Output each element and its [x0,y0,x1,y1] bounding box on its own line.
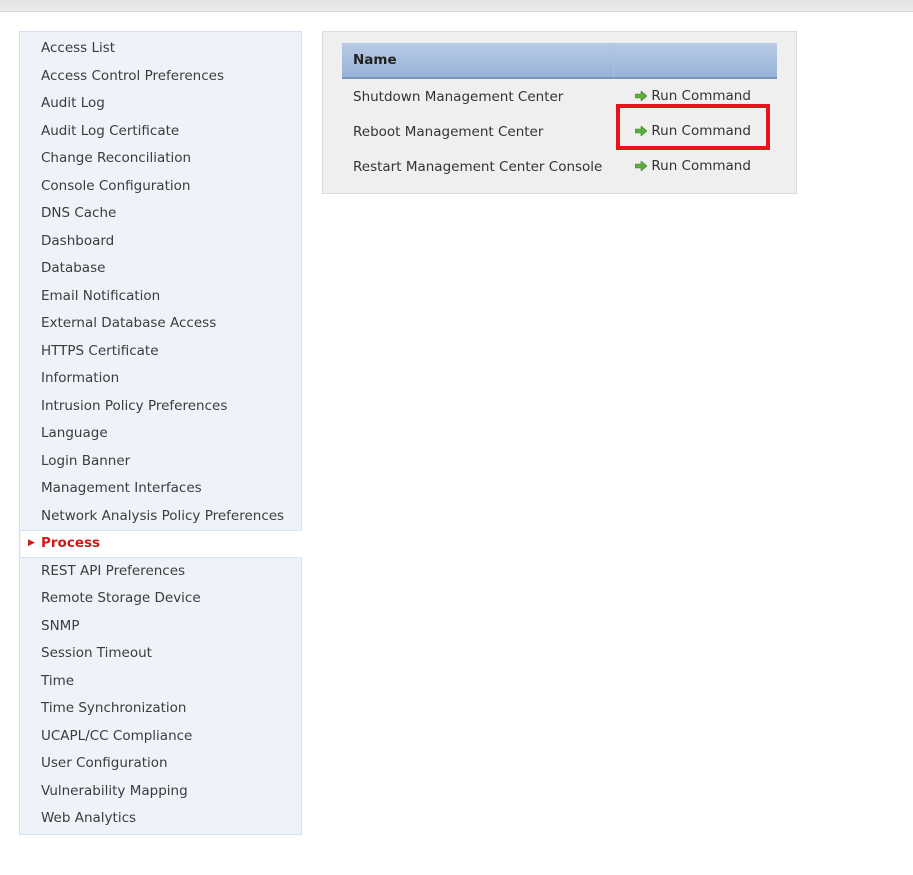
process-table: Name Shutdown Management Center Run Comma… [342,43,777,184]
sidebar-item-console-configuration[interactable]: Console Configuration [20,173,301,201]
sidebar-item-database[interactable]: Database [20,255,301,283]
process-panel: Name Shutdown Management Center Run Comma… [322,31,797,194]
sidebar-item-process[interactable]: ▶ Process [21,530,302,558]
run-command-button[interactable]: Run Command [635,123,751,139]
sidebar-item-access-list[interactable]: Access List [20,35,301,63]
sidebar-item-label: Database [41,260,106,276]
sidebar-item-language[interactable]: Language [20,420,301,448]
sidebar-item-label: Email Notification [41,287,161,304]
sidebar-item-label: Dashboard [41,232,115,249]
sidebar-item-audit-log[interactable]: Audit Log [20,90,301,118]
sidebar-item-label: SNMP [41,617,80,634]
active-caret-icon: ▶ [28,538,35,548]
sidebar-item-label: Change Reconciliation [41,150,192,166]
green-arrow-icon [635,91,648,101]
process-name: Shutdown Management Center [353,88,564,105]
sidebar-item-user-configuration[interactable]: User Configuration [20,750,301,778]
sidebar-item-label: Web Analytics [41,810,137,826]
sidebar-item-label: User Configuration [41,755,168,771]
sidebar-item-label: Time Synchronization [41,700,187,716]
sidebar-item-label: HTTPS Certificate [41,342,159,359]
sidebar-item-web-analytics[interactable]: Web Analytics [20,805,301,833]
sidebar-item-external-database-access[interactable]: External Database Access [20,310,301,338]
sidebar-item-remote-storage-device[interactable]: Remote Storage Device [20,585,301,613]
run-command-button[interactable]: Run Command [635,88,751,104]
sidebar-item-label: Access List [41,40,116,56]
run-command-button[interactable]: Run Command [635,158,751,174]
green-arrow-icon [635,126,648,136]
sidebar-item-label: Remote Storage Device [41,590,201,606]
sidebar-item-rest-api-preferences[interactable]: REST API Preferences [20,558,301,586]
sidebar-item-email-notification[interactable]: Email Notification [20,283,301,311]
sidebar-item-label: Process [41,535,101,551]
sidebar-item-label: Session Timeout [41,645,152,661]
sidebar-item-intrusion-policy-preferences[interactable]: Intrusion Policy Preferences [20,393,301,421]
sidebar-item-label: Vulnerability Mapping [41,782,188,799]
sidebar-item-snmp[interactable]: SNMP [20,613,301,641]
table-row: Shutdown Management Center Run Command [342,78,777,114]
table-header-row: Name [342,43,777,79]
sidebar-item-vulnerability-mapping[interactable]: Vulnerability Mapping [20,778,301,806]
sidebar-item-label: Language [41,425,108,441]
column-header-name[interactable]: Name [342,43,614,79]
process-action-cell: Run Command [613,114,777,149]
sidebar-item-information[interactable]: Information [20,365,301,393]
table-row: Reboot Management Center Run Command [342,114,777,149]
run-command-label: Run Command [651,158,751,174]
sidebar-item-label: Console Configuration [41,177,191,194]
sidebar-item-label: Time [41,672,75,689]
sidebar-item-dns-cache[interactable]: DNS Cache [20,200,301,228]
sidebar-item-login-banner[interactable]: Login Banner [20,448,301,476]
top-bar [0,0,913,12]
sidebar-item-label: Login Banner [41,452,131,469]
sidebar-item-label: DNS Cache [41,205,117,221]
green-arrow-icon [635,161,648,171]
sidebar-item-time[interactable]: Time [20,668,301,696]
sidebar-item-change-reconciliation[interactable]: Change Reconciliation [20,145,301,173]
process-action-cell: Run Command [613,149,777,184]
run-command-label: Run Command [651,123,751,139]
sidebar-item-label: Information [41,370,120,386]
sidebar-item-network-analysis-policy-preferences[interactable]: Network Analysis Policy Preferences [20,503,301,531]
process-name: Reboot Management Center [353,123,544,140]
sidebar-item-label: Network Analysis Policy Preferences [41,507,285,524]
sidebar-item-label: REST API Preferences [41,562,186,579]
sidebar-list: Access List Access Control Preferences Aud… [20,32,302,833]
sidebar-item-label: Access Control Preferences [41,67,224,84]
sidebar-item-label: Intrusion Policy Preferences [41,397,228,414]
sidebar-nav: Access List Access Control Preferences Aud… [19,31,302,835]
column-header-action [613,43,777,79]
process-name: Restart Management Center Console [353,158,603,175]
process-action-cell: Run Command [613,78,777,114]
sidebar-item-session-timeout[interactable]: Session Timeout [20,640,301,668]
sidebar-item-access-control-preferences[interactable]: Access Control Preferences [20,63,301,91]
sidebar-item-label: Audit Log [41,95,105,111]
sidebar-item-label: Management Interfaces [41,480,202,496]
sidebar-item-label: UCAPL/CC Compliance [41,727,193,744]
sidebar-item-ucapl-cc-compliance[interactable]: UCAPL/CC Compliance [20,723,301,751]
sidebar-item-label: Audit Log Certificate [41,122,180,139]
sidebar-item-management-interfaces[interactable]: Management Interfaces [20,475,301,503]
table-row: Restart Management Center Console Run Com… [342,149,777,184]
sidebar-item-dashboard[interactable]: Dashboard [20,228,301,256]
sidebar-item-time-synchronization[interactable]: Time Synchronization [20,695,301,723]
sidebar-item-label: External Database Access [41,315,217,331]
sidebar-item-audit-log-certificate[interactable]: Audit Log Certificate [20,118,301,146]
run-command-label: Run Command [651,88,751,104]
sidebar-item-https-certificate[interactable]: HTTPS Certificate [20,338,301,366]
